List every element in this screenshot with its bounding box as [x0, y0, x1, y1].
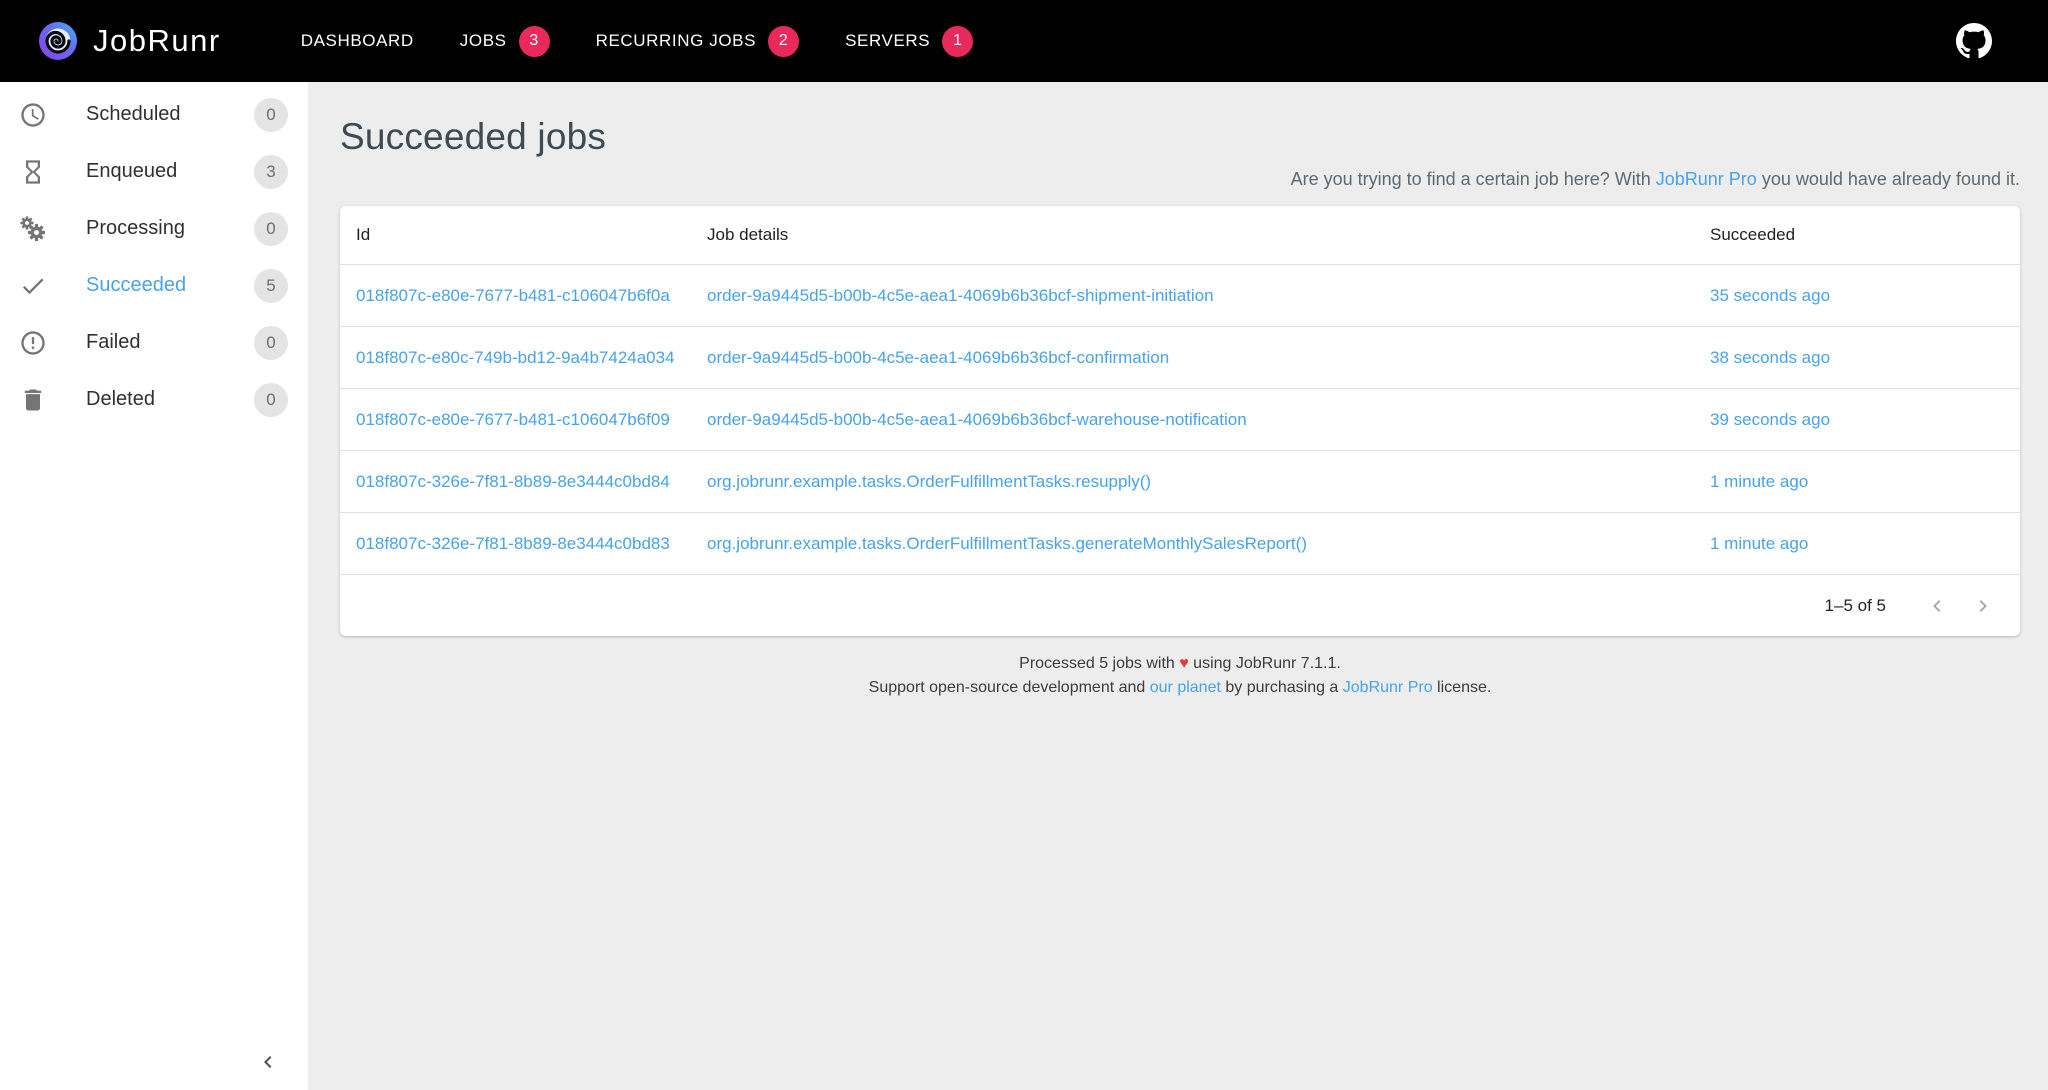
pro-hint-post: you would have already found it.: [1756, 169, 2020, 189]
pro-hint-pre: Are you trying to find a certain job her…: [1290, 169, 1656, 189]
chevron-right-icon: [1979, 599, 1987, 612]
job-succeeded-link[interactable]: 38 seconds ago: [1710, 348, 1830, 367]
brand-name: JobRunr: [93, 23, 221, 58]
sidebar-item-scheduled[interactable]: Scheduled 0: [0, 86, 308, 143]
job-details-link[interactable]: org.jobrunr.example.tasks.OrderFulfillme…: [707, 472, 1151, 491]
table-row: 018f807c-326e-7f81-8b89-8e3444c0bd83 org…: [340, 512, 2020, 574]
nav-servers-label: SERVERS: [845, 31, 931, 50]
job-details-link[interactable]: org.jobrunr.example.tasks.OrderFulfillme…: [707, 534, 1307, 553]
enqueued-count-badge: 3: [254, 154, 288, 189]
jobrunr-spiral-icon: [39, 22, 77, 60]
top-navbar: JobRunr DASHBOARD JOBS 3 RECURRING JOBS …: [0, 0, 2048, 82]
sidebar-item-processing[interactable]: Processing 0: [0, 200, 308, 257]
nav-jobs[interactable]: JOBS 3: [459, 25, 550, 57]
pagination-next-button[interactable]: [1960, 583, 2006, 629]
nav-dashboard[interactable]: DASHBOARD: [301, 31, 414, 51]
footer: Processed 5 jobs with ♥ using JobRunr 7.…: [340, 652, 2020, 700]
job-succeeded-link[interactable]: 1 minute ago: [1710, 472, 1808, 491]
table-row: 018f807c-326e-7f81-8b89-8e3444c0bd84 org…: [340, 450, 2020, 512]
nav-jobs-label: JOBS: [459, 31, 507, 50]
main-content: Succeeded jobs Are you trying to find a …: [308, 82, 2048, 1090]
table-header-row: Id Job details Succeeded: [340, 206, 2020, 264]
footer-line1: Processed 5 jobs with ♥ using JobRunr 7.…: [1019, 655, 1341, 672]
processing-count-badge: 0: [254, 211, 288, 246]
sidebar: Scheduled 0 Enqueued 3 Processing 0 Succ…: [0, 82, 308, 1090]
recurring-jobs-count-badge: 2: [768, 25, 800, 57]
github-icon: [1956, 23, 1992, 59]
job-details-link[interactable]: order-9a9445d5-b00b-4c5e-aea1-4069b6b36b…: [707, 348, 1169, 367]
scheduled-count-badge: 0: [254, 97, 288, 132]
page-title: Succeeded jobs: [340, 116, 607, 157]
heart-icon: ♥: [1179, 655, 1189, 672]
failed-count-badge: 0: [254, 325, 288, 360]
job-id-link[interactable]: 018f807c-e80c-749b-bd12-9a4b7424a034: [356, 348, 675, 367]
github-link[interactable]: [1956, 23, 1992, 59]
succeeded-count-badge: 5: [254, 268, 288, 303]
sidebar-item-succeeded[interactable]: Succeeded 5: [0, 257, 308, 314]
sidebar-item-deleted[interactable]: Deleted 0: [0, 371, 308, 428]
pro-hint: Are you trying to find a certain job her…: [340, 169, 2020, 190]
sidebar-label-deleted: Deleted: [86, 388, 155, 410]
pagination-range: 1–5 of 5: [1824, 595, 1886, 615]
column-header-job-details: Job details: [707, 225, 789, 244]
trash-icon: [24, 389, 42, 410]
hourglass-icon: [26, 159, 40, 184]
sidebar-label-succeeded: Succeeded: [86, 274, 187, 296]
gears-icon: [20, 215, 46, 241]
jobs-count-badge: 3: [518, 25, 550, 57]
job-id-link[interactable]: 018f807c-e80e-7677-b481-c106047b6f0a: [356, 286, 670, 305]
error-circle-icon: [21, 330, 45, 355]
chevron-left-icon: [264, 1056, 272, 1068]
job-id-link[interactable]: 018f807c-e80e-7677-b481-c106047b6f09: [356, 410, 670, 429]
table-row: 018f807c-e80c-749b-bd12-9a4b7424a034 ord…: [340, 326, 2020, 388]
sidebar-label-processing: Processing: [86, 217, 185, 239]
sidebar-item-failed[interactable]: Failed 0: [0, 314, 308, 371]
jobrunr-pro-footer-link[interactable]: JobRunr Pro: [1343, 679, 1433, 696]
chevron-left-icon: [1933, 599, 1941, 612]
deleted-count-badge: 0: [254, 382, 288, 417]
check-icon: [22, 278, 44, 294]
pagination: 1–5 of 5: [340, 574, 2020, 636]
succeeded-jobs-card: Id Job details Succeeded 018f807c-e80e-7…: [340, 206, 2020, 636]
sidebar-collapse-button[interactable]: [252, 1046, 284, 1078]
nav-servers[interactable]: SERVERS 1: [845, 25, 974, 57]
job-id-link[interactable]: 018f807c-326e-7f81-8b89-8e3444c0bd84: [356, 472, 670, 491]
job-details-link[interactable]: order-9a9445d5-b00b-4c5e-aea1-4069b6b36b…: [707, 410, 1247, 429]
column-header-succeeded: Succeeded: [1710, 225, 1796, 244]
servers-count-badge: 1: [942, 25, 974, 57]
brand-logo[interactable]: JobRunr: [38, 21, 221, 61]
nav-recurring-jobs-label: RECURRING JOBS: [595, 31, 757, 50]
clock-icon: [21, 102, 45, 127]
nav-dashboard-label: DASHBOARD: [300, 31, 414, 50]
job-succeeded-link[interactable]: 35 seconds ago: [1710, 286, 1830, 305]
table-row: 018f807c-e80e-7677-b481-c106047b6f0a ord…: [340, 264, 2020, 326]
job-details-link[interactable]: order-9a9445d5-b00b-4c5e-aea1-4069b6b36b…: [707, 286, 1214, 305]
job-succeeded-link[interactable]: 1 minute ago: [1710, 534, 1808, 553]
our-planet-link[interactable]: our planet: [1150, 679, 1221, 696]
sidebar-label-scheduled: Scheduled: [86, 103, 181, 125]
footer-line2: Support open-source development and our …: [868, 679, 1492, 696]
job-id-link[interactable]: 018f807c-326e-7f81-8b89-8e3444c0bd83: [356, 534, 670, 553]
pagination-prev-button[interactable]: [1914, 583, 1960, 629]
jobrunr-pro-hint-link[interactable]: JobRunr Pro: [1656, 169, 1757, 189]
table-row: 018f807c-e80e-7677-b481-c106047b6f09 ord…: [340, 388, 2020, 450]
sidebar-label-failed: Failed: [86, 331, 141, 353]
nav-recurring-jobs[interactable]: RECURRING JOBS 2: [595, 25, 800, 57]
sidebar-item-enqueued[interactable]: Enqueued 3: [0, 143, 308, 200]
main-nav: DASHBOARD JOBS 3 RECURRING JOBS 2 SERVER…: [301, 25, 974, 57]
column-header-id: Id: [356, 225, 371, 244]
job-succeeded-link[interactable]: 39 seconds ago: [1710, 410, 1830, 429]
sidebar-label-enqueued: Enqueued: [86, 160, 178, 182]
